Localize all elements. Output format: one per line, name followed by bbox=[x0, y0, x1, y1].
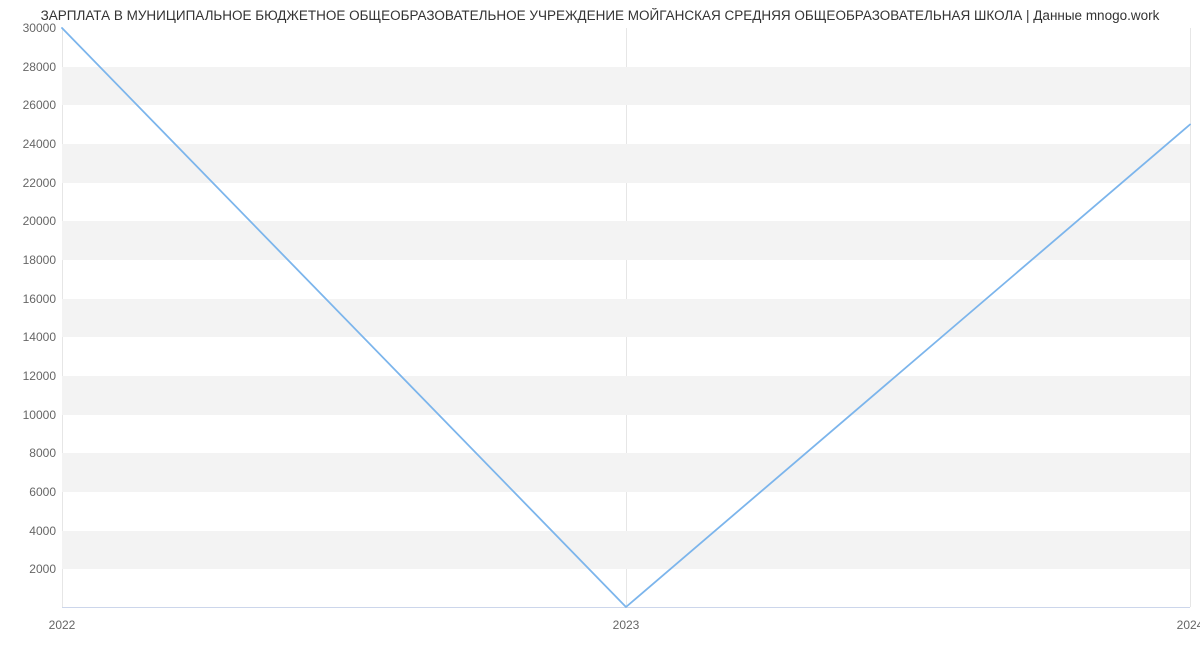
y-tick-label: 8000 bbox=[0, 446, 56, 460]
y-tick-label: 14000 bbox=[0, 330, 56, 344]
y-tick-label: 4000 bbox=[0, 524, 56, 538]
y-tick-label: 22000 bbox=[0, 176, 56, 190]
y-tick-label: 12000 bbox=[0, 369, 56, 383]
y-tick-label: 28000 bbox=[0, 60, 56, 74]
series-line bbox=[62, 28, 1190, 607]
plot-area bbox=[62, 28, 1190, 608]
y-tick-label: 24000 bbox=[0, 137, 56, 151]
x-tick-label: 2023 bbox=[613, 618, 640, 632]
x-tick-label: 2024 bbox=[1177, 618, 1200, 632]
y-tick-label: 2000 bbox=[0, 562, 56, 576]
y-tick-label: 18000 bbox=[0, 253, 56, 267]
chart-title: ЗАРПЛАТА В МУНИЦИПАЛЬНОЕ БЮДЖЕТНОЕ ОБЩЕО… bbox=[0, 8, 1200, 23]
y-tick-label: 6000 bbox=[0, 485, 56, 499]
line-series-layer bbox=[62, 28, 1190, 607]
y-tick-label: 20000 bbox=[0, 214, 56, 228]
y-tick-label: 16000 bbox=[0, 292, 56, 306]
grid-line-vertical bbox=[1190, 28, 1191, 607]
x-tick-label: 2022 bbox=[49, 618, 76, 632]
y-tick-label: 10000 bbox=[0, 408, 56, 422]
y-tick-label: 26000 bbox=[0, 98, 56, 112]
chart-container: ЗАРПЛАТА В МУНИЦИПАЛЬНОЕ БЮДЖЕТНОЕ ОБЩЕО… bbox=[0, 0, 1200, 650]
y-tick-label: 30000 bbox=[0, 21, 56, 35]
